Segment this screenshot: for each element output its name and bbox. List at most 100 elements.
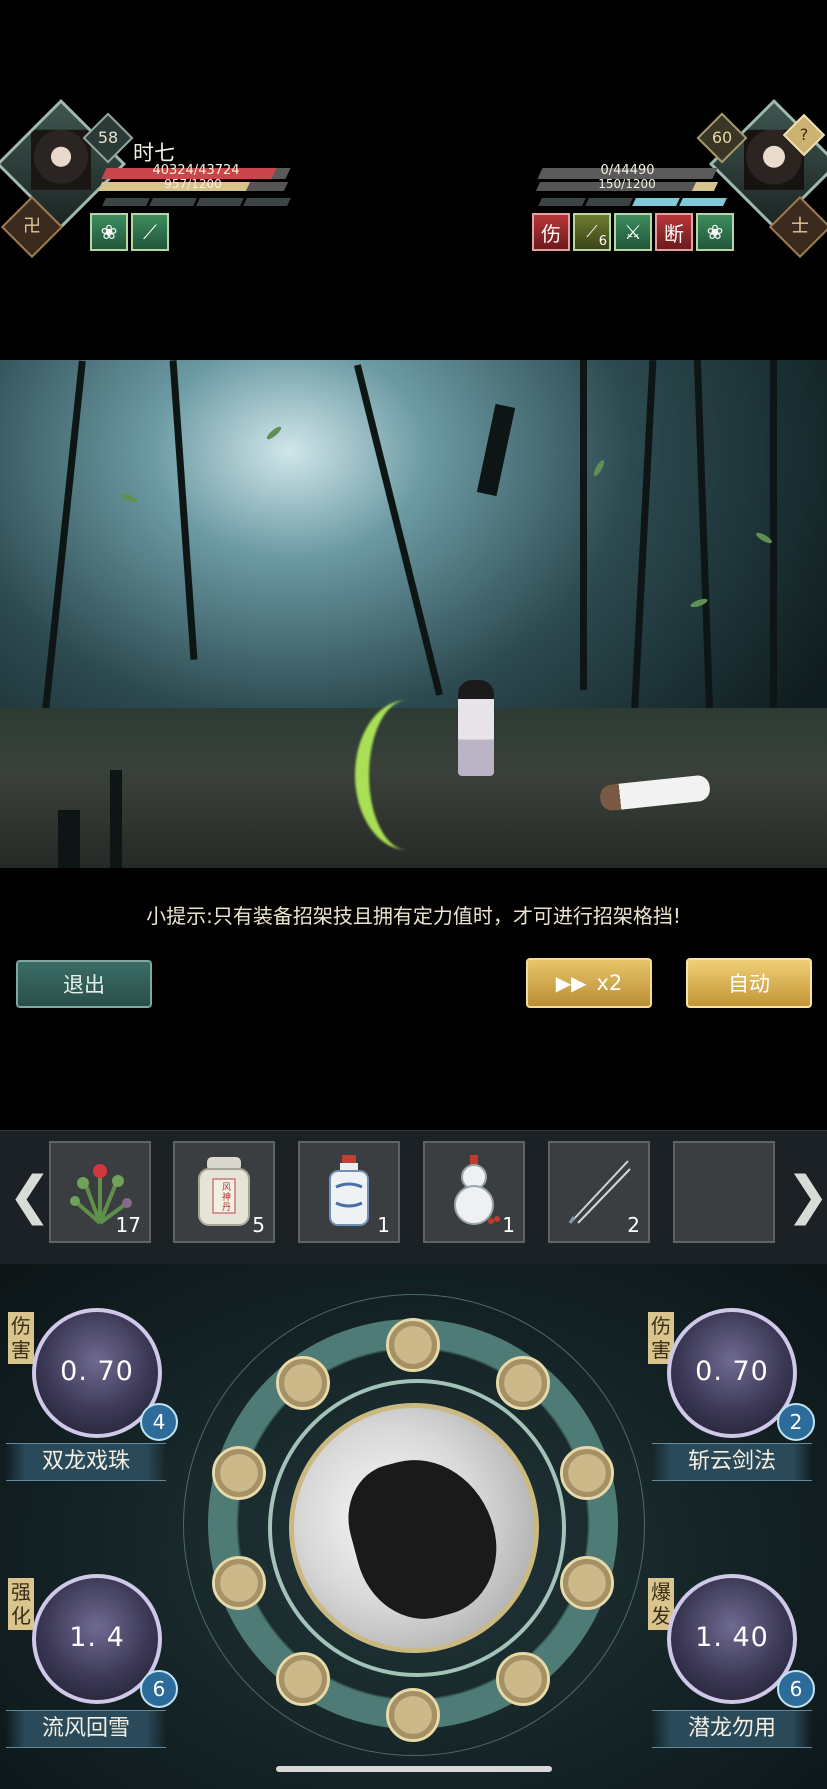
falling-leaf	[265, 424, 283, 442]
player-buff-lotus[interactable]: ❀	[90, 213, 128, 251]
skill-type-tag: 强化	[8, 1578, 34, 1630]
fast-forward-icon: ▶▶	[555, 971, 587, 995]
bamboo-stalk	[693, 360, 714, 711]
enemy-energy-seg	[679, 198, 727, 206]
enemy-buff-blade[interactable]: ⚔	[614, 213, 652, 251]
item-slot-gourd[interactable]: 1	[423, 1141, 525, 1243]
bamboo-stalk	[353, 364, 444, 696]
sword-icon: ⟋	[143, 220, 157, 244]
lotus-slot[interactable]	[212, 1446, 266, 1500]
enemy-mp-text: 150/1200	[598, 177, 656, 191]
falling-debris	[476, 403, 516, 497]
battle-scene	[0, 360, 827, 868]
ink-silhouette	[335, 1442, 513, 1634]
lotus-slot[interactable]	[560, 1556, 614, 1610]
enemy-buff-lotus[interactable]: ❀	[696, 213, 734, 251]
ultimate-skill-button[interactable]	[289, 1403, 539, 1653]
broken-post	[110, 770, 122, 868]
enemy-buff-break[interactable]: 断	[655, 213, 693, 251]
skill-uses-count: 6	[777, 1670, 815, 1708]
skill-uses-count: 2	[777, 1403, 815, 1441]
lotus-slot[interactable]	[560, 1446, 614, 1500]
item-count: 1	[377, 1213, 390, 1237]
enemy-level: 60	[711, 128, 733, 147]
player-mp-text: 957/1200	[164, 177, 222, 191]
lotus-slot[interactable]	[212, 1556, 266, 1610]
sword-icon: ⟋	[586, 222, 598, 241]
buff-stack-count: 6	[598, 234, 607, 249]
porcelain-bottle-icon	[329, 1155, 369, 1226]
player-buff-sword[interactable]: ⟋	[131, 213, 169, 251]
rank-icon: 士	[791, 216, 809, 237]
skill-name: 流风回雪	[6, 1710, 166, 1748]
falling-leaf	[591, 458, 607, 478]
skill-name: 双龙戏珠	[6, 1443, 166, 1481]
blade-icon: ⚔	[624, 220, 642, 244]
enemy-energy-seg	[632, 198, 680, 206]
auto-button[interactable]: 自动	[686, 958, 812, 1008]
enemy-energy-seg	[538, 198, 586, 206]
skill-uses-count: 4	[140, 1403, 178, 1441]
item-slot-pill-bottle[interactable]: 风神丹 5	[173, 1141, 275, 1243]
item-slot-empty[interactable]	[673, 1141, 775, 1243]
player-energy-seg	[196, 198, 244, 206]
skill-multiplier: 1. 4	[69, 1622, 125, 1653]
broken-post	[58, 810, 80, 868]
skill-multiplier: 0. 70	[60, 1356, 134, 1387]
item-slot-porcelain-bottle[interactable]: 1	[298, 1141, 400, 1243]
skill-multiplier: 0. 70	[695, 1356, 769, 1387]
enemy-buff-wound[interactable]: 伤	[532, 213, 570, 251]
lotus-slot[interactable]	[386, 1318, 440, 1372]
auto-label: 自动	[728, 972, 770, 996]
wound-label: 伤	[541, 221, 561, 246]
player-energy-seg	[243, 198, 291, 206]
exit-button[interactable]: 退出	[16, 960, 152, 1008]
lotus-slot[interactable]	[276, 1652, 330, 1706]
lotus-icon: ❀	[706, 220, 724, 244]
slash-effect	[355, 700, 459, 850]
bamboo-stalk	[630, 360, 657, 720]
avatar	[31, 129, 91, 190]
skill-name: 潜龙勿用	[652, 1710, 812, 1748]
break-label: 断	[664, 221, 684, 246]
item-slot-needle[interactable]: 2	[548, 1141, 650, 1243]
sect-icon: 卍	[23, 216, 41, 237]
bamboo-stalk	[169, 360, 198, 660]
bamboo-stalk	[41, 360, 86, 720]
item-count: 5	[252, 1213, 265, 1237]
skill-uses-count: 6	[140, 1670, 178, 1708]
enemy-energy-seg	[585, 198, 633, 206]
speed-label: x2	[596, 971, 623, 995]
item-slot-herb[interactable]: 17	[49, 1141, 151, 1243]
needle-icon	[568, 1160, 631, 1224]
player-hp-text: 40324/43724	[152, 163, 240, 178]
lotus-slot[interactable]	[276, 1356, 330, 1410]
item-count: 1	[502, 1213, 515, 1237]
skill-type-tag: 伤害	[8, 1312, 34, 1364]
lotus-slot[interactable]	[496, 1356, 550, 1410]
battle-tip: 小提示:只有装备招架技且拥有定力值时，才可进行招架格挡!	[146, 904, 681, 928]
player-character	[458, 680, 494, 776]
item-count: 2	[627, 1213, 640, 1237]
item-prev-arrow[interactable]: ❮	[8, 1170, 52, 1222]
player-level: 58	[97, 128, 119, 147]
help-icon: ?	[799, 125, 809, 144]
item-label: 风神丹	[222, 1183, 232, 1213]
bamboo-stalk	[580, 360, 587, 690]
player-energy-seg	[102, 198, 150, 206]
enemy-buff-sword[interactable]: ⟋ 6	[573, 213, 611, 251]
home-indicator[interactable]	[276, 1766, 552, 1772]
skill-multiplier: 1. 40	[695, 1622, 769, 1653]
speed-button[interactable]: ▶▶ x2	[526, 958, 652, 1008]
bamboo-stalk	[770, 360, 777, 730]
player-energy-seg	[149, 198, 197, 206]
item-next-arrow[interactable]: ❯	[786, 1170, 827, 1222]
gourd-icon	[454, 1155, 500, 1225]
lotus-slot[interactable]	[386, 1688, 440, 1742]
item-count: 17	[115, 1213, 141, 1237]
falling-leaf	[119, 492, 139, 504]
enemy-hp-text: 0/44490	[600, 163, 655, 178]
skill-name: 斩云剑法	[652, 1443, 812, 1481]
lotus-icon: ❀	[100, 220, 118, 244]
lotus-slot[interactable]	[496, 1652, 550, 1706]
